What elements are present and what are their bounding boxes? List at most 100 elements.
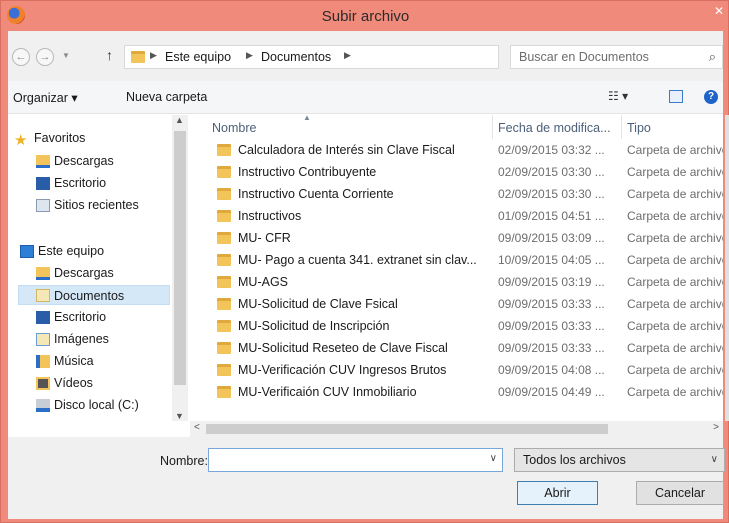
nav-descargas-pc[interactable]: Descargas: [54, 263, 114, 283]
folder-icon: [217, 386, 231, 398]
file-row[interactable]: Instructivo Contribuyente 02/09/2015 03:3…: [190, 161, 723, 183]
file-type: Carpeta de archivos: [627, 341, 723, 355]
scroll-left-icon[interactable]: <: [194, 422, 200, 433]
column-divider[interactable]: [492, 115, 493, 139]
file-name: Instructivos: [238, 209, 302, 223]
column-divider[interactable]: [621, 115, 622, 139]
file-name: Instructivo Cuenta Corriente: [238, 187, 394, 201]
chevron-right-icon[interactable]: ▶: [150, 50, 157, 61]
file-name: MU-Solicitud Reseteo de Clave Fiscal: [238, 341, 448, 355]
folder-icon: [217, 320, 231, 332]
file-name: MU-AGS: [238, 275, 288, 289]
nav-sitios-recientes[interactable]: Sitios recientes: [54, 195, 139, 215]
close-button[interactable]: ✕: [708, 1, 729, 21]
computer-icon: [20, 245, 34, 258]
up-arrow-icon[interactable]: ↑: [106, 47, 113, 63]
file-date: 02/09/2015 03:32 ...: [498, 143, 605, 157]
search-input[interactable]: [519, 50, 699, 64]
file-type: Carpeta de archivos: [627, 143, 723, 157]
folder-icon: [217, 188, 231, 200]
filename-combobox[interactable]: ∨: [208, 448, 503, 472]
horizontal-scrollbar[interactable]: < >: [190, 421, 723, 437]
preview-pane-icon[interactable]: [669, 90, 683, 103]
chevron-down-icon[interactable]: ∨: [490, 453, 497, 464]
file-row[interactable]: Instructivos 01/09/2015 04:51 ... Carpeta …: [190, 205, 723, 227]
file-list: Nombre ▲ Fecha de modifica... Tipo Calcu…: [190, 115, 723, 421]
file-row[interactable]: MU- Pago a cuenta 341. extranet sin clav…: [190, 249, 723, 271]
chevron-down-icon: ∨: [710, 454, 718, 465]
file-row[interactable]: MU-AGS 09/09/2015 03:19 ... Carpeta de arc…: [190, 271, 723, 293]
scroll-down-icon[interactable]: ▼: [175, 411, 184, 421]
file-date: 09/09/2015 03:33 ...: [498, 341, 605, 355]
folder-icon: [217, 364, 231, 376]
view-options-icon[interactable]: ☷ ▾: [608, 89, 628, 103]
nav-descargas[interactable]: Descargas: [54, 151, 114, 171]
nav-favoritos[interactable]: Favoritos: [34, 128, 85, 148]
column-header-date[interactable]: Fecha de modifica...: [498, 115, 611, 139]
search-box[interactable]: ⌕: [510, 45, 723, 69]
file-date: 09/09/2015 04:08 ...: [498, 363, 605, 377]
scroll-right-icon[interactable]: >: [713, 422, 719, 433]
organize-menu[interactable]: Organizar ▾: [13, 90, 78, 105]
file-name: MU-Solicitud de Clave Fsical: [238, 297, 398, 311]
title-bar: Subir archivo ✕: [1, 1, 729, 31]
file-name: MU-Verificación CUV Ingresos Brutos: [238, 363, 447, 377]
file-type: Carpeta de archivos: [627, 319, 723, 333]
new-folder-button[interactable]: Nueva carpeta: [126, 90, 207, 104]
nav-musica[interactable]: Música: [54, 351, 94, 371]
navigation-scrollbar[interactable]: ▲ ▼: [172, 115, 188, 421]
file-date: 09/09/2015 03:09 ...: [498, 231, 605, 245]
nav-disco-local[interactable]: Disco local (C:): [54, 395, 139, 415]
scrollbar-thumb[interactable]: [206, 424, 608, 434]
folder-icon: [217, 144, 231, 156]
file-list-scrollbar[interactable]: [725, 115, 729, 421]
file-row[interactable]: Calculadora de Interés sin Clave Fiscal 0…: [190, 139, 723, 161]
scrollbar-thumb[interactable]: [174, 131, 186, 385]
file-row[interactable]: MU-Verificaión CUV Inmobiliario 09/09/201…: [190, 381, 723, 403]
open-button[interactable]: Abrir: [517, 481, 598, 505]
file-row[interactable]: MU- CFR 09/09/2015 03:09 ... Carpeta de ar…: [190, 227, 723, 249]
cancel-button[interactable]: Cancelar: [636, 481, 724, 505]
navigation-pane: ★ Favoritos Descargas Escritorio Sitios …: [8, 115, 172, 421]
nav-escritorio[interactable]: Escritorio: [54, 173, 106, 193]
scroll-up-icon[interactable]: ▲: [175, 115, 184, 125]
file-dialog-window: Subir archivo ✕ ← → ▼ ↑ ▶ Este equipo ▶ …: [0, 0, 729, 523]
file-row[interactable]: Instructivo Cuenta Corriente 02/09/2015 0…: [190, 183, 723, 205]
file-row[interactable]: MU-Solicitud Reseteo de Clave Fiscal 09/0…: [190, 337, 723, 359]
file-type: Carpeta de archivos: [627, 385, 723, 399]
downloads-folder-icon: [36, 267, 50, 280]
forward-button[interactable]: →: [36, 48, 54, 66]
folder-icon: [217, 276, 231, 288]
file-name: Instructivo Contribuyente: [238, 165, 377, 179]
breadcrumb-este-equipo[interactable]: Este equipo: [165, 50, 231, 64]
dialog-footer: Nombre: ∨ Todos los archivos ∨ Abrir Can…: [8, 437, 725, 519]
file-type: Carpeta de archivos: [627, 165, 723, 179]
pictures-folder-icon: [36, 333, 50, 346]
file-type-filter[interactable]: Todos los archivos ∨: [514, 448, 725, 472]
videos-folder-icon: [36, 377, 50, 390]
file-row[interactable]: MU-Verificación CUV Ingresos Brutos 09/09…: [190, 359, 723, 381]
file-row[interactable]: MU-Solicitud de Clave Fsical 09/09/2015 0…: [190, 293, 723, 315]
breadcrumb-documentos[interactable]: Documentos: [261, 50, 331, 64]
help-icon[interactable]: ?: [704, 90, 718, 104]
recent-locations-icon[interactable]: ▼: [62, 51, 70, 60]
back-button[interactable]: ←: [12, 48, 30, 66]
search-icon[interactable]: ⌕: [709, 49, 716, 65]
chevron-right-icon[interactable]: ▶: [246, 50, 253, 61]
filename-input[interactable]: [213, 450, 483, 470]
command-bar: Organizar ▾ Nueva carpeta ☷ ▾ ?: [8, 81, 723, 114]
nav-escritorio-pc[interactable]: Escritorio: [54, 307, 106, 327]
nav-imagenes[interactable]: Imágenes: [54, 329, 109, 349]
nav-este-equipo[interactable]: Este equipo: [38, 241, 104, 261]
file-date: 09/09/2015 03:33 ...: [498, 319, 605, 333]
file-type: Carpeta de archivos: [627, 363, 723, 377]
desktop-icon: [36, 177, 50, 190]
breadcrumb[interactable]: ▶ Este equipo ▶ Documentos ▶ ∨ ↻: [124, 45, 598, 69]
window-title: Subir archivo: [321, 8, 410, 25]
column-header-type[interactable]: Tipo: [627, 115, 651, 139]
nav-videos[interactable]: Vídeos: [54, 373, 93, 393]
downloads-folder-icon: [36, 155, 50, 168]
chevron-right-icon[interactable]: ▶: [344, 50, 351, 61]
column-header-name[interactable]: Nombre: [212, 115, 256, 139]
file-row[interactable]: MU-Solicitud de Inscripción 09/09/2015 03…: [190, 315, 723, 337]
